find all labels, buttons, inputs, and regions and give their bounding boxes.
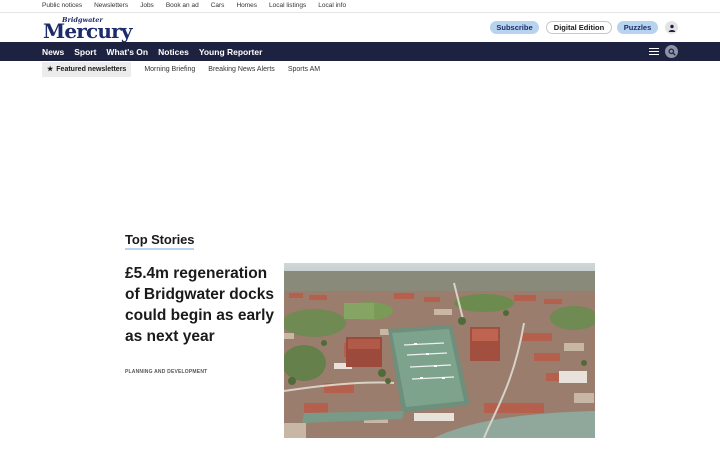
newsletter-link-sports-am[interactable]: Sports AM: [288, 66, 320, 73]
digital-edition-button[interactable]: Digital Edition: [546, 21, 612, 34]
utility-link-public-notices[interactable]: Public notices: [42, 1, 82, 10]
utility-link-jobs[interactable]: Jobs: [140, 1, 154, 10]
utility-link-local-info[interactable]: Local info: [318, 1, 346, 10]
section-heading-top-stories: Top Stories: [125, 232, 195, 250]
logo-main-text: Mercury: [43, 19, 132, 43]
user-icon[interactable]: [665, 21, 678, 34]
lead-story-category[interactable]: PLANNING AND DEVELOPMENT: [125, 369, 207, 375]
utility-nav: Public notices Newsletters Jobs Book an …: [0, 0, 720, 11]
nav-item-notices[interactable]: Notices: [158, 47, 189, 57]
search-icon[interactable]: [665, 45, 678, 58]
hamburger-line: [649, 50, 659, 53]
utility-link-cars[interactable]: Cars: [211, 1, 225, 10]
utility-link-newsletters[interactable]: Newsletters: [94, 1, 128, 10]
lead-story-image[interactable]: [284, 263, 595, 438]
featured-newsletters-tab[interactable]: ★ Featured newsletters: [42, 61, 132, 77]
hamburger-line: [649, 53, 659, 55]
masthead: Bridgwater Mercury Subscribe Digital Edi…: [0, 13, 720, 43]
site-logo[interactable]: Bridgwater Mercury: [43, 15, 133, 43]
newsletters-bar: ★ Featured newsletters Morning Briefing …: [0, 61, 720, 77]
search-glyph: [667, 47, 676, 56]
nav-item-whats-on[interactable]: What's On: [106, 47, 148, 57]
user-glyph: [668, 24, 675, 32]
nav-item-young-reporter[interactable]: Young Reporter: [199, 47, 263, 57]
utility-link-book-an-ad[interactable]: Book an ad: [166, 1, 199, 10]
aerial-docks-photo: [284, 263, 595, 438]
hamburger-line: [649, 48, 659, 50]
newsletter-link-breaking-news[interactable]: Breaking News Alerts: [208, 66, 275, 73]
utility-link-homes[interactable]: Homes: [236, 1, 257, 10]
subscribe-button[interactable]: Subscribe: [490, 21, 539, 34]
lead-story-headline[interactable]: £5.4m regeneration of Bridgwater docks c…: [125, 263, 283, 347]
featured-newsletters-label: Featured newsletters: [56, 65, 127, 73]
utility-link-local-listings[interactable]: Local listings: [269, 1, 306, 10]
star-icon: ★: [47, 66, 54, 73]
main-nav: News Sport What's On Notices Young Repor…: [0, 42, 720, 61]
newsletter-link-morning-briefing[interactable]: Morning Briefing: [144, 66, 195, 73]
hamburger-icon[interactable]: [648, 46, 660, 57]
nav-item-news[interactable]: News: [42, 47, 64, 57]
puzzles-button[interactable]: Puzzles: [617, 21, 658, 34]
nav-item-sport[interactable]: Sport: [74, 47, 96, 57]
